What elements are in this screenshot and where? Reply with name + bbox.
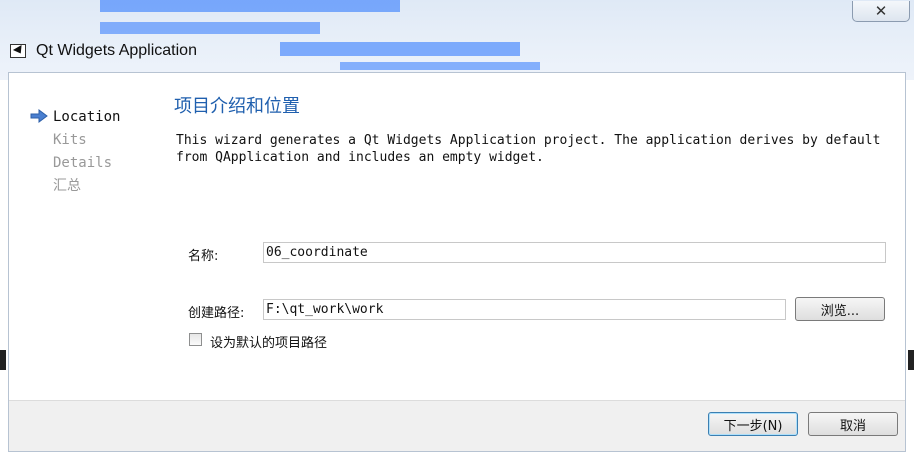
step-details: Details xyxy=(22,154,120,177)
wizard-description: This wizard generates a Qt Widgets Appli… xyxy=(176,132,901,166)
window-title: Qt Widgets Application xyxy=(36,42,197,59)
step-location: Location xyxy=(22,108,120,131)
current-step-arrow-icon xyxy=(30,109,48,123)
step-label: Location xyxy=(53,109,121,125)
close-icon: ✕ xyxy=(874,2,888,20)
step-label: 汇总 xyxy=(53,178,81,194)
description-line: from QApplication and includes an empty … xyxy=(176,150,544,165)
step-kits: Kits xyxy=(22,131,120,154)
step-summary: 汇总 xyxy=(22,177,120,200)
wizard-steps-sidebar: Location Kits Details 汇总 xyxy=(22,108,120,200)
page-title: 项目介绍和位置 xyxy=(174,96,300,117)
step-label: Kits xyxy=(53,132,87,148)
browse-button[interactable]: 浏览... xyxy=(795,297,885,321)
browse-button-label: 浏览... xyxy=(820,303,860,319)
name-input[interactable]: 06_coordinate xyxy=(263,242,886,263)
next-button[interactable]: 下一步(N) xyxy=(708,412,798,436)
description-line: This wizard generates a Qt Widgets Appli… xyxy=(176,133,881,148)
title-bar: Qt Widgets Application xyxy=(0,34,914,70)
path-label: 创建路径: xyxy=(188,306,245,321)
next-button-label: 下一步(N) xyxy=(723,418,783,434)
step-label: Details xyxy=(53,155,113,171)
cancel-button-label: 取消 xyxy=(839,418,866,434)
default-path-checkbox[interactable] xyxy=(189,333,202,346)
default-path-checkbox-label[interactable]: 设为默认的项目路径 xyxy=(210,332,327,351)
cancel-button[interactable]: 取消 xyxy=(808,412,898,436)
close-button[interactable]: ✕ xyxy=(852,1,910,22)
window-edge-left xyxy=(0,350,6,370)
app-window-icon xyxy=(10,44,26,58)
window-edge-right xyxy=(908,350,914,370)
name-label: 名称: xyxy=(188,249,219,264)
path-input[interactable]: F:\qt_work\work xyxy=(263,299,786,320)
